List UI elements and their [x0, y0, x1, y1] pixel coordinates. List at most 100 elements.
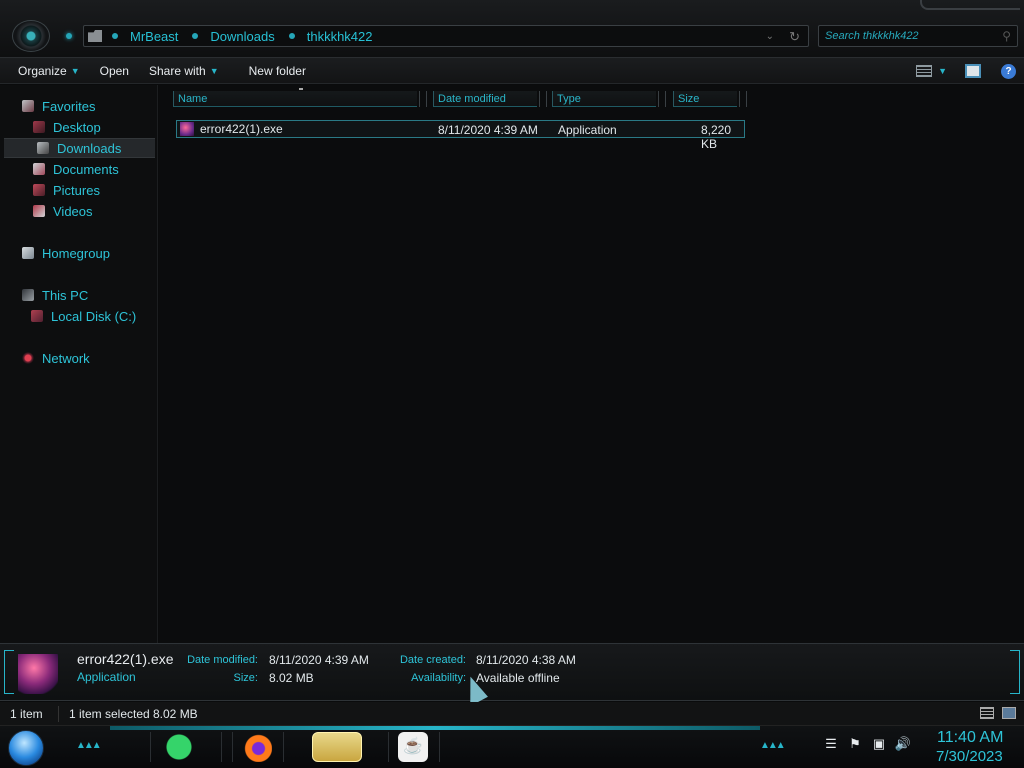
back-navigation-orb[interactable]: [12, 20, 50, 52]
breadcrumb-downloads[interactable]: Downloads: [210, 29, 274, 44]
help-icon[interactable]: ?: [1001, 63, 1016, 79]
sidebar-item-label: Desktop: [53, 119, 101, 135]
search-icon[interactable]: ⚲: [1002, 29, 1011, 43]
breadcrumb-mrbeast[interactable]: MrBeast: [130, 29, 178, 44]
file-size: 8,220 KB: [701, 123, 732, 151]
homegroup-icon: [22, 247, 34, 259]
details-date-modified: 8/11/2020 4:39 AM: [269, 653, 369, 667]
sidebar-item-label: Homegroup: [42, 245, 110, 261]
chevron-down-icon: ▼: [70, 65, 80, 76]
details-availability: Available offline: [476, 671, 560, 685]
clock-date[interactable]: 7/30/2023: [936, 748, 1003, 765]
column-header-type[interactable]: Type: [552, 91, 656, 107]
sidebar-item-favorites[interactable]: Favorites: [0, 96, 155, 116]
sidebar-item-network[interactable]: Network: [0, 348, 155, 368]
sidebar-item-label: Downloads: [57, 140, 122, 156]
search-placeholder: Search thkkkhk422: [825, 30, 919, 42]
network-icon: [22, 352, 34, 364]
details-size-label: Size:: [233, 672, 258, 684]
videos-icon: [33, 205, 45, 217]
command-bar: Organize ▼ Open Share with ▼ New folder …: [0, 58, 1024, 84]
drive-icon: [31, 310, 43, 322]
spotify-icon[interactable]: [164, 732, 194, 762]
sidebar-item-documents[interactable]: Documents: [0, 159, 155, 179]
network-status-icon[interactable]: ▣: [870, 736, 888, 752]
taskbar: ▲▲▲ ☕ ▲▲▲ ☰ ⚑ ▣ 🔊 11:40 AM 7/30/2023: [0, 726, 1024, 768]
frame-decoration: [1010, 650, 1020, 694]
chevron-down-icon[interactable]: ▼: [938, 66, 947, 76]
sidebar-item-label: This PC: [42, 287, 89, 303]
organize-button[interactable]: Organize ▼: [8, 64, 90, 78]
file-thumbnail-icon: [18, 654, 58, 694]
status-selected-size: 8.02 MB: [153, 707, 198, 721]
details-view-icon[interactable]: [980, 707, 994, 719]
column-header-name[interactable]: Name: [173, 91, 417, 107]
breadcrumb-separator-icon[interactable]: [288, 33, 295, 39]
start-button[interactable]: [8, 730, 44, 766]
chevron-down-icon[interactable]: ⌄: [766, 31, 774, 42]
flag-icon[interactable]: ⚑: [846, 736, 864, 752]
column-divider[interactable]: [739, 91, 747, 107]
new-folder-label: New folder: [248, 63, 306, 78]
recent-locations-dot[interactable]: [66, 33, 72, 39]
column-header-date-modified[interactable]: Date modified: [433, 91, 537, 107]
computer-icon: [22, 289, 34, 301]
sidebar-item-label: Pictures: [53, 182, 100, 198]
downloads-icon: [37, 142, 49, 154]
file-name: error422(1).exe: [200, 122, 283, 136]
clock-time[interactable]: 11:40 AM: [937, 729, 1003, 747]
sidebar-item-label: Documents: [53, 161, 119, 177]
view-controls: ▼ ?: [910, 58, 1024, 84]
status-item-count: 1 item: [10, 707, 43, 721]
column-header-size[interactable]: Size: [673, 91, 737, 107]
organize-label: Organize: [18, 63, 67, 78]
refresh-icon[interactable]: ↻: [789, 29, 800, 45]
firefox-icon[interactable]: [242, 732, 272, 762]
java-icon[interactable]: ☕: [398, 732, 428, 762]
new-folder-button[interactable]: New folder: [239, 64, 316, 78]
breadcrumb-separator-icon[interactable]: [192, 33, 199, 39]
taskbar-decoration: [110, 726, 760, 730]
sidebar-item-local-disk[interactable]: Local Disk (C:): [0, 306, 155, 326]
show-hidden-icons-icon[interactable]: ☰: [822, 736, 840, 752]
table-row[interactable]: error422(1).exe 8/11/2020 4:39 AM Applic…: [176, 120, 745, 151]
details-date-modified-label: Date modified:: [187, 654, 258, 666]
column-divider[interactable]: [539, 91, 547, 107]
file-type: Application: [558, 123, 617, 137]
taskbar-chevrons-icon: ▲▲▲: [76, 740, 102, 751]
change-view-icon[interactable]: [916, 65, 933, 77]
details-size: 8.02 MB: [269, 671, 314, 685]
sidebar-item-label: Videos: [53, 203, 93, 219]
search-input[interactable]: Search thkkkhk422 ⚲: [818, 25, 1018, 47]
share-with-button[interactable]: Share with ▼: [139, 64, 229, 78]
file-explorer-icon[interactable]: [312, 732, 362, 762]
status-selected: 1 item selected: [69, 707, 150, 721]
status-bar: 1 item 1 item selected 8.02 MB: [0, 702, 1024, 726]
preview-pane-icon[interactable]: [965, 64, 981, 78]
sidebar-item-this-pc[interactable]: This PC: [0, 285, 155, 305]
address-bar[interactable]: MrBeast Downloads thkkkhk422 ⌄ ↻: [83, 25, 809, 47]
column-divider[interactable]: [419, 91, 427, 107]
volume-icon[interactable]: 🔊: [894, 736, 912, 752]
application-icon: [180, 122, 194, 136]
chevron-down-icon: ▼: [209, 65, 219, 76]
title-bar: MrBeast Downloads thkkkhk422 ⌄ ↻ Search …: [0, 0, 1024, 58]
breadcrumb-current-folder[interactable]: thkkkhk422: [307, 29, 373, 44]
sidebar-item-downloads[interactable]: Downloads: [4, 138, 155, 158]
column-divider[interactable]: [658, 91, 666, 107]
sidebar-item-homegroup[interactable]: Homegroup: [0, 243, 155, 263]
sidebar-item-pictures[interactable]: Pictures: [0, 180, 155, 200]
details-file-type: Application: [77, 670, 136, 684]
desktop-icon: [33, 121, 45, 133]
details-pane: error422(1).exe Application Date modifie…: [0, 643, 1024, 701]
taskbar-chevrons-icon: ▲▲▲: [760, 740, 786, 751]
details-date-created: 8/11/2020 4:38 AM: [476, 653, 576, 667]
breadcrumb-separator-icon[interactable]: [112, 33, 118, 39]
large-icons-view-icon[interactable]: [1002, 707, 1016, 719]
sidebar-item-videos[interactable]: Videos: [0, 201, 155, 221]
open-button[interactable]: Open: [90, 64, 139, 78]
sidebar-item-desktop[interactable]: Desktop: [0, 117, 155, 137]
pictures-icon: [33, 184, 45, 196]
system-tray: ☰ ⚑ ▣ 🔊: [822, 736, 918, 752]
open-label: Open: [99, 63, 129, 78]
